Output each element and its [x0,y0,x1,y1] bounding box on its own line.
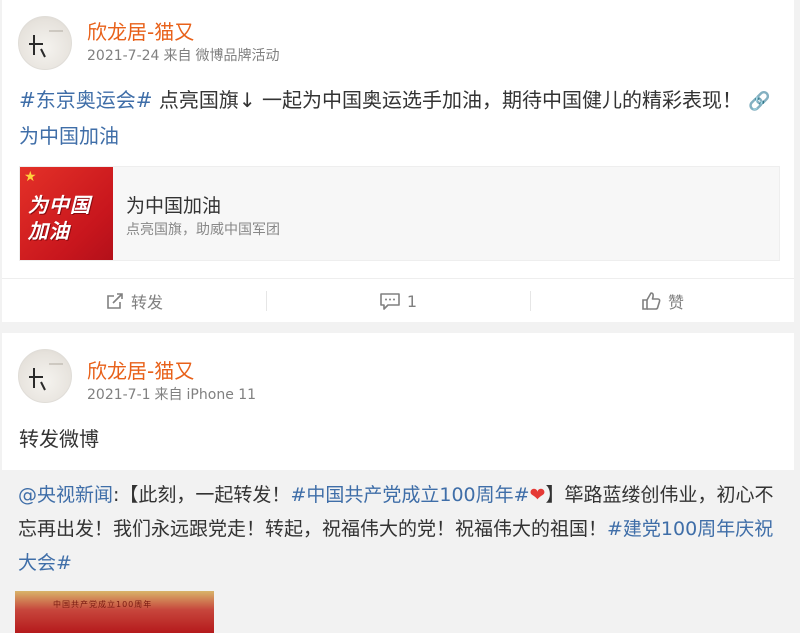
post-meta: 2021-7-1 来自 iPhone 11 [87,384,260,404]
post-text: #东京奥运会# 点亮国旗↓ 一起为中国奥运选手加油，期待中国健儿的精彩表现！ 🔗… [19,83,776,153]
author-name[interactable]: 欣龙居-猫又 [87,16,194,45]
repost-image-thumbnail[interactable]: 中国共产党成立100周年 [15,591,214,633]
link-icon: 🔗 [748,91,771,112]
thumbs-up-icon [642,292,661,310]
calligraphy-avatar-image [29,363,63,391]
weibo-post-1: 欣龙居-猫又 2021-7-24 来自 微博品牌活动 #东京奥运会# 点亮国旗↓ 一… [2,0,794,322]
author-name[interactable]: 欣龙居-猫又 [87,355,194,384]
link-card[interactable]: ★ 为中国 加油 为中国加油 点亮国旗，助威中国军团 [19,166,780,261]
post-text: 转发微博 [19,427,99,451]
thumb-caption: 中国共产党成立100周年 [53,600,153,609]
heart-icon: ❤ [529,484,546,506]
reposted-content[interactable]: @央视新闻:【此刻，一起转发！#中国共产党成立100周年#❤】筚路蓝缕创伟业，初… [2,470,794,633]
comment-count: 1 [406,291,418,311]
post-date[interactable]: 2021-7-24 [87,48,159,64]
repost-button[interactable]: 转发 [2,279,266,323]
post-source: 微博品牌活动 [195,48,280,64]
author-avatar[interactable] [18,16,72,70]
star-icon: ★ [24,169,37,185]
comment-button[interactable]: 1 [266,279,530,323]
like-button[interactable]: 赞 [530,279,794,323]
link-card-thumbnail: ★ 为中国 加油 [20,167,113,260]
repost-text: @央视新闻:【此刻，一起转发！#中国共产党成立100周年#❤】筚路蓝缕创伟业，初… [18,478,778,580]
post-meta: 2021-7-24 来自 微博品牌活动 [87,45,283,65]
link-card-title: 为中国加油 [126,195,222,217]
web-link-label: 为中国加油 [19,124,119,148]
calligraphy-avatar-image [29,30,63,58]
weibo-post-2: 欣龙居-猫又 2021-7-1 来自 iPhone 11 转发微博 @央视新闻:【此… [2,333,794,633]
source-prefix: 来自 [154,387,183,403]
mention-link[interactable]: @央视新闻 [18,484,113,506]
thumb-line-2: 加油 [28,219,70,243]
like-label: 赞 [667,293,684,312]
topic-link[interactable]: #东京奥运会# [19,88,153,112]
source-prefix: 来自 [163,48,192,64]
topic-link[interactable]: #中国共产党成立100周年# [290,484,529,506]
post-body: 点亮国旗↓ 一起为中国奥运选手加油，期待中国健儿的精彩表现！ [152,88,742,112]
action-bar: 转发 1 赞 [2,278,794,322]
repost-part-1: 【此刻，一起转发！ [119,484,291,506]
post-source: iPhone 11 [186,387,257,403]
post-date[interactable]: 2021-7-1 [87,387,151,403]
thumb-line-1: 为中国 [28,193,91,217]
author-avatar[interactable] [18,349,72,403]
repost-label: 转发 [130,293,163,312]
link-card-subtitle: 点亮国旗，助威中国军团 [126,222,280,238]
comment-icon [380,293,400,310]
repost-icon [107,293,123,309]
